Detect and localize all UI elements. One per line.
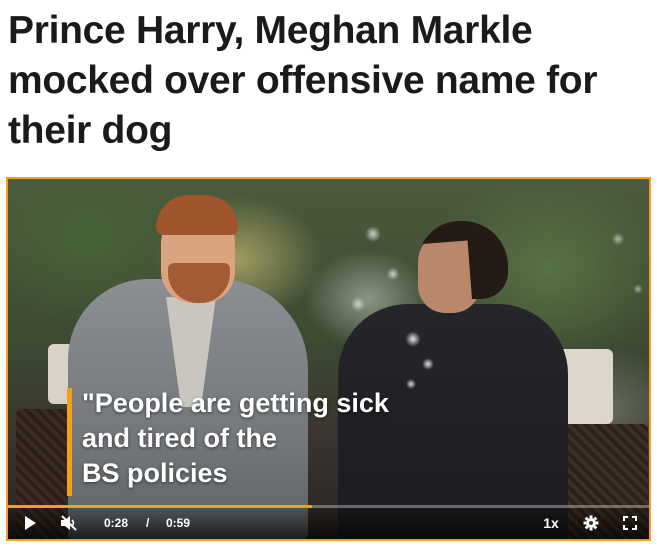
play-icon xyxy=(25,516,36,530)
speaker-muted-icon xyxy=(61,515,77,531)
video-caption: "People are getting sick and tired of th… xyxy=(82,388,389,488)
fullscreen-button[interactable] xyxy=(620,513,640,533)
article-headline: Prince Harry, Meghan Markle mocked over … xyxy=(8,9,598,152)
mute-button[interactable] xyxy=(58,513,80,533)
playback-speed-button[interactable]: 1x xyxy=(540,513,562,533)
progress-bar[interactable] xyxy=(8,505,649,508)
time-separator: / xyxy=(146,516,150,530)
caption-accent-bar xyxy=(67,388,72,496)
video-player[interactable]: "People are getting sick and tired of th… xyxy=(6,177,651,541)
duration: 0:59 xyxy=(166,516,191,530)
settings-button[interactable] xyxy=(580,513,602,533)
current-time: 0:28 xyxy=(104,516,129,530)
fullscreen-icon xyxy=(623,516,637,530)
play-button[interactable] xyxy=(20,513,40,533)
gear-icon xyxy=(583,515,599,531)
video-controls-bar: 0:28 / 0:59 1x xyxy=(8,505,649,539)
progress-bar-fill xyxy=(8,505,313,508)
